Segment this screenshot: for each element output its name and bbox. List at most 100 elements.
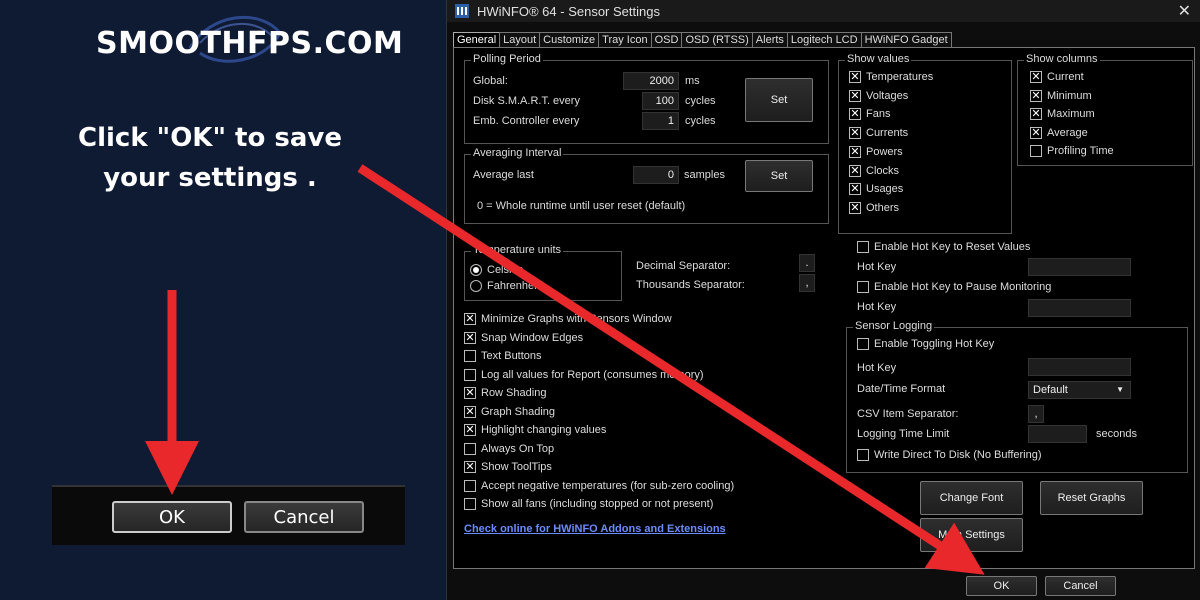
thousands-separator-field[interactable]: ,: [799, 274, 815, 292]
ec-cycles-field[interactable]: 1: [642, 112, 679, 130]
datetime-format-select[interactable]: Default ▼: [1028, 381, 1131, 399]
toggle-hotkey-label: Enable Toggling Hot Key: [874, 338, 995, 350]
show-column-checkbox[interactable]: ✕ Average: [1030, 126, 1088, 139]
show-value-checkbox[interactable]: ✕ Powers: [849, 145, 903, 158]
option-checkbox-label: Graph Shading: [481, 405, 555, 418]
general-tab-pane: Polling Period Global: 2000 ms Disk S.M.…: [453, 47, 1195, 569]
pause-hotkey-checkbox[interactable]: Enable Hot Key to Pause Monitoring: [857, 281, 1051, 293]
fahrenheit-radio[interactable]: Fahrenheit: [470, 280, 540, 292]
global-interval-field[interactable]: 2000: [623, 72, 679, 90]
settings-tabs: General Layout Customize Tray Icon OSD O…: [453, 32, 952, 48]
instruction-line-2: your settings .: [103, 163, 317, 193]
option-checkbox-label: Text Buttons: [481, 350, 542, 362]
cancel-button[interactable]: Cancel: [1045, 576, 1116, 596]
ok-button[interactable]: OK: [966, 576, 1037, 596]
addons-link[interactable]: Check online for HWiNFO Addons and Exten…: [464, 523, 726, 535]
show-value-checkbox[interactable]: ✕ Others: [849, 201, 900, 214]
show-value-checkbox-label: Clocks: [866, 164, 900, 177]
reset-graphs-button[interactable]: Reset Graphs: [1040, 481, 1143, 515]
global-unit: ms: [685, 75, 700, 87]
checkbox-checked-icon: ✕: [849, 164, 861, 177]
option-checkbox[interactable]: ✕ Highlight changing values: [464, 424, 606, 436]
decimal-separator-label: Decimal Separator:: [636, 260, 731, 272]
toggle-hotkey-checkbox[interactable]: Enable Toggling Hot Key: [857, 338, 994, 350]
logging-time-limit-field[interactable]: [1028, 425, 1087, 443]
main-settings-button[interactable]: Main Settings: [920, 518, 1023, 552]
pause-hotkey-field[interactable]: [1028, 299, 1131, 317]
show-column-checkbox-label: Current: [1047, 71, 1084, 83]
show-column-checkbox[interactable]: Profiling Time: [1030, 145, 1114, 157]
show-value-checkbox[interactable]: ✕ Usages: [849, 183, 903, 196]
average-unit: samples: [684, 169, 725, 181]
option-checkbox[interactable]: ✕ Row Shading: [464, 387, 546, 399]
celsius-radio[interactable]: Celsius: [470, 264, 523, 276]
ec-label: Emb. Controller every: [473, 115, 580, 127]
instruction-line-1: Click "OK" to save: [78, 123, 342, 153]
show-column-checkbox-label: Profiling Time: [1047, 145, 1114, 157]
show-column-checkbox[interactable]: ✕ Current: [1030, 71, 1084, 83]
show-value-checkbox-label: Voltages: [866, 89, 909, 102]
option-checkbox-label: Log all values for Report (consumes memo…: [481, 368, 704, 381]
option-checkbox[interactable]: ✕ Snap Window Edges: [464, 331, 584, 344]
tab-hwinfo-gadget[interactable]: HWiNFO Gadget: [860, 32, 952, 48]
option-checkbox-label: Highlight changing values: [481, 424, 607, 436]
tab-customize[interactable]: Customize: [539, 32, 600, 48]
option-checkbox[interactable]: Log all values for Report (consumes memo…: [464, 368, 704, 381]
zoomed-cancel-button[interactable]: Cancel: [244, 501, 364, 533]
tab-layout[interactable]: Layout: [499, 32, 541, 48]
option-checkbox[interactable]: ✕ Minimize Graphs with Sensors Window: [464, 313, 672, 325]
title-bar: HWiNFO® 64 - Sensor Settings ✕: [447, 0, 1200, 22]
show-column-checkbox[interactable]: ✕ Maximum: [1030, 108, 1095, 120]
write-direct-checkbox[interactable]: Write Direct To Disk (No Buffering): [857, 449, 1042, 461]
averaging-set-button[interactable]: Set: [745, 160, 813, 192]
show-value-checkbox[interactable]: ✕ Clocks: [849, 164, 900, 177]
decimal-separator-field[interactable]: .: [799, 254, 815, 272]
option-checkbox[interactable]: Show all fans (including stopped or not …: [464, 498, 713, 510]
show-column-checkbox-label: Average: [1047, 126, 1088, 139]
option-checkbox[interactable]: Text Buttons: [464, 350, 542, 362]
hwinfo-app-icon: [455, 4, 469, 18]
show-value-checkbox[interactable]: ✕ Voltages: [849, 89, 909, 102]
show-value-checkbox[interactable]: ✕ Temperatures: [849, 71, 933, 83]
zoomed-ok-button[interactable]: OK: [112, 501, 232, 533]
celsius-label: Celsius: [487, 264, 524, 276]
tab-alerts[interactable]: Alerts: [751, 32, 788, 48]
sensor-logging-group: Sensor Logging Enable Toggling Hot Key H…: [846, 320, 1188, 473]
show-value-checkbox[interactable]: ✕ Currents: [849, 127, 908, 140]
show-value-checkbox[interactable]: ✕ Fans: [849, 108, 891, 121]
checkbox-checked-icon: ✕: [464, 387, 476, 399]
checkbox-checked-icon: ✕: [849, 145, 861, 158]
polling-set-button[interactable]: Set: [745, 78, 813, 122]
average-samples-field[interactable]: 0: [633, 166, 679, 184]
smart-cycles-field[interactable]: 100: [642, 92, 679, 110]
option-checkbox[interactable]: ✕ Graph Shading: [464, 405, 555, 418]
tab-osd[interactable]: OSD: [650, 32, 683, 48]
tab-tray-icon[interactable]: Tray Icon: [598, 32, 652, 48]
option-checkbox[interactable]: ✕ Show ToolTips: [464, 461, 552, 473]
close-icon[interactable]: ✕: [1178, 1, 1191, 21]
checkbox-checked-icon: ✕: [849, 183, 861, 196]
reset-hotkey-checkbox[interactable]: Enable Hot Key to Reset Values: [857, 241, 1030, 253]
change-font-button[interactable]: Change Font: [920, 481, 1023, 515]
tab-general[interactable]: General: [453, 32, 501, 48]
option-checkbox[interactable]: Accept negative temperatures (for sub-ze…: [464, 479, 734, 492]
checkbox-unchecked-icon: [1030, 145, 1042, 157]
logging-hotkey-field[interactable]: [1028, 358, 1131, 376]
checkbox-checked-icon: ✕: [1030, 89, 1042, 102]
averaging-interval-group: Averaging Interval Average last 0 sample…: [464, 147, 829, 224]
tab-osd-rtss[interactable]: OSD (RTSS): [681, 32, 753, 48]
option-checkbox[interactable]: Always On Top: [464, 442, 554, 455]
global-label: Global:: [473, 75, 508, 87]
reset-hotkey-field[interactable]: [1028, 258, 1131, 276]
datetime-format-value: Default: [1033, 384, 1068, 396]
show-value-checkbox-label: Others: [866, 201, 900, 214]
option-checkbox-label: Snap Window Edges: [481, 331, 584, 344]
sensor-logging-title: Sensor Logging: [853, 320, 935, 332]
tab-logitech-lcd[interactable]: Logitech LCD: [786, 32, 862, 48]
brand-logo: SMOOTHFPS.COM: [96, 26, 404, 61]
option-checkbox-label: Row Shading: [481, 387, 547, 399]
show-column-checkbox[interactable]: ✕ Minimum: [1030, 89, 1092, 102]
show-column-checkbox-label: Minimum: [1047, 89, 1092, 102]
csv-separator-field[interactable]: ,: [1028, 405, 1044, 423]
show-value-checkbox-label: Fans: [866, 108, 891, 121]
